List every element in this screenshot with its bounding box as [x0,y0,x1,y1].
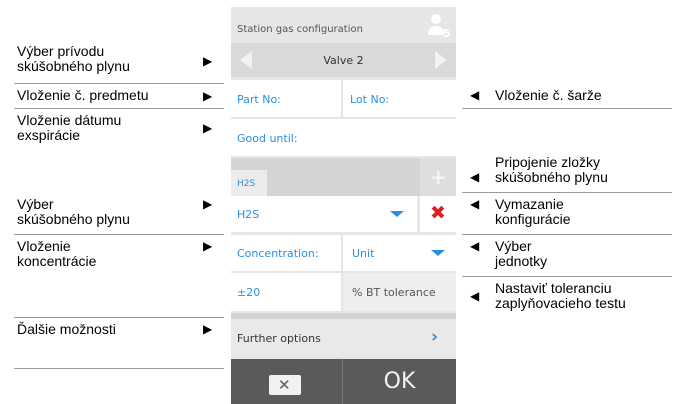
ok-button[interactable]: OK [343,359,456,404]
annotation-set-tolerance: Nastaviť toleranciu zaplyňovacieho testu [495,280,626,311]
gas-tab-label: H2S [237,179,256,189]
plus-icon: + [430,165,447,189]
screen-title: Station gas configuration [237,24,363,35]
annotation-expiry-date: Vloženie dátumu exspirácie [17,112,122,143]
annotation-part-number: Vloženie č. predmetu [17,87,149,103]
divider [14,108,224,109]
chevron-down-icon [390,211,404,217]
annotation-further-options: Ďalšie možnosti [17,321,116,337]
chevron-down-icon [431,250,445,256]
tolerance-unit: % BT tolerance [343,273,456,311]
user-badge: 5 [443,27,451,40]
tolerance-unit-label: % BT tolerance [352,286,436,299]
divider [462,108,672,109]
part-number-placeholder: Part No: [237,93,281,106]
good-until-placeholder: Good until: [237,132,298,145]
arrow-left-icon: ◀ [470,197,480,211]
valve-selector: Valve 2 [231,43,456,77]
cancel-icon: ✕ [269,375,301,395]
ok-button-label: OK [383,369,416,394]
chevron-right-icon: › [431,327,439,347]
gas-tab[interactable]: H2S [231,170,267,196]
header: Station gas configuration 5 [231,7,456,43]
concentration-label: Concentration: [237,247,319,260]
arrow-right-icon: ▶ [203,54,213,68]
delete-configuration-button[interactable]: ✖ [420,196,456,232]
divider [14,234,224,235]
valve-name: Valve 2 [323,54,364,67]
gas-select[interactable]: H2S [231,196,417,232]
arrow-right-icon: ▶ [203,239,213,253]
tolerance-value: ±20 [237,286,261,299]
annotation-select-gas: Výber skúšobného plynu [17,196,130,227]
arrow-right-icon: ▶ [203,89,213,103]
bottom-bar: ✕ OK [231,359,456,404]
further-options-label: Further options [237,332,321,345]
lot-number-field[interactable]: Lot No: [343,80,456,117]
good-until-field[interactable]: Good until: [231,119,456,156]
divider [462,276,672,277]
annotation-add-gas-component: Pripojenie zložky skúšobného plynu [495,154,608,185]
annotation-lot-number: Vloženie č. šarže [495,87,602,103]
annotation-concentration: Vloženie koncentrácie [17,238,97,269]
delete-icon: ✖ [430,202,446,224]
tolerance-field[interactable]: ±20 [231,273,341,311]
lot-number-placeholder: Lot No: [350,93,390,106]
arrow-left-icon: ◀ [470,289,480,303]
arrow-left-icon: ◀ [470,239,480,253]
gas-select-value: H2S [237,208,260,221]
arrow-right-icon: ▶ [203,322,213,336]
user-icon[interactable]: 5 [425,11,451,41]
divider [14,83,224,84]
next-valve-button[interactable] [426,43,456,77]
unit-select[interactable]: Unit [343,235,456,271]
divider [14,368,224,369]
device-screen: Station gas configuration 5 Valve 2 Part… [231,7,456,404]
further-options-button[interactable]: Further options › [231,319,456,357]
arrow-left-icon: ◀ [470,170,480,184]
annotation-select-gas-supply: Výber prívodu skúšobného plynu [17,43,130,74]
add-gas-component-button[interactable]: + [420,158,456,196]
divider [462,234,672,235]
concentration-field[interactable]: Concentration: [231,235,341,271]
annotation-delete-configuration: Vymazanie konfigurácie [495,196,571,227]
arrow-left-icon: ◀ [470,88,480,102]
arrow-right-icon: ▶ [203,121,213,135]
cancel-button[interactable]: ✕ [231,359,341,404]
chevron-right-icon [435,51,447,69]
part-number-field[interactable]: Part No: [231,80,341,117]
divider [14,317,224,318]
divider [462,192,672,193]
unit-select-value: Unit [352,247,375,260]
arrow-right-icon: ▶ [203,197,213,211]
annotation-select-unit: Výber jednotky [495,238,548,269]
x-mark-icon: ✕ [278,376,291,394]
